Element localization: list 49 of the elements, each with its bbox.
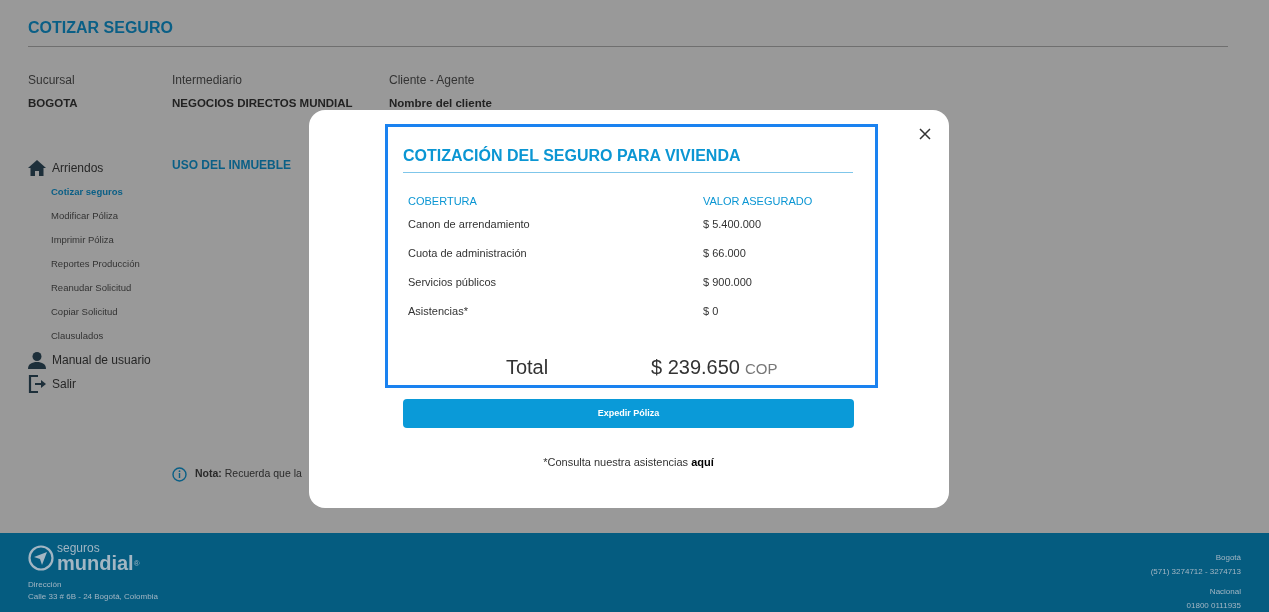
issue-policy-button[interactable]: Expedir Póliza xyxy=(403,399,854,428)
submenu-item[interactable]: Modificar Póliza xyxy=(51,204,172,229)
info-icon xyxy=(172,466,187,482)
assistance-link[interactable]: aquí xyxy=(691,456,714,468)
total-amount: $ 239.650 xyxy=(651,355,740,378)
coverage-cell-text: Servicios públicos xyxy=(408,274,498,290)
user-icon xyxy=(28,351,46,369)
coverage-cell-text: Canon de arrendamiento xyxy=(408,216,531,232)
field-label: Sucursal xyxy=(28,72,76,89)
logo-text: seguros xyxy=(57,542,100,554)
field-label: Cliente - Agente xyxy=(389,72,476,89)
value-cell-text: $ 0 xyxy=(703,303,719,319)
value-cell-text: $ 5.400.000 xyxy=(703,216,762,232)
coverage-cell-text: Cuota de administración xyxy=(408,245,528,261)
value-cell-text: $ 900.000 xyxy=(703,274,752,290)
field-label: Intermediario xyxy=(172,72,244,89)
logo-icon xyxy=(28,545,54,571)
footnote-text: *Consulta nuestra asistencias xyxy=(543,456,689,468)
submenu-item[interactable]: Reportes Producción xyxy=(51,252,172,277)
total-label: Total xyxy=(504,354,550,380)
sidebar-item[interactable]: Salir xyxy=(52,375,76,394)
quote-title: COTIZACIÓN DEL SEGURO PARA VIVIENDA xyxy=(403,144,853,173)
field-value: BOGOTA xyxy=(28,96,79,111)
contact-label: Bogotá xyxy=(1214,552,1241,564)
sidebar-item[interactable]: Manual de usuario xyxy=(52,351,151,370)
currency-label: COP xyxy=(745,359,778,377)
contact-phone: 01800 0111935 xyxy=(1185,600,1241,612)
registered-mark: ® xyxy=(133,559,140,568)
address-text: Calle 33 # 6B - 24 Bogotá, Colombia xyxy=(28,590,158,603)
coverage-cell-text: Asistencias* xyxy=(408,303,469,319)
section-title: USO DEL INMUEBLE xyxy=(172,157,293,175)
submenu-item[interactable]: Copiar Solicitud xyxy=(51,300,172,325)
contact-label: Nacional xyxy=(1208,586,1241,598)
column-header: VALOR ASEGURADO xyxy=(703,194,813,209)
value-cell-text: $ 66.000 xyxy=(703,245,746,261)
submenu-item[interactable]: Cotizar seguros xyxy=(51,180,172,205)
contact-phone: (571) 3274712 - 3274713 xyxy=(1150,566,1241,578)
submenu-item[interactable]: Imprimir Póliza xyxy=(51,228,172,253)
submenu-item[interactable]: Reanudar Solicitud xyxy=(51,276,172,301)
submenu-item[interactable]: Clausulados xyxy=(51,324,172,349)
sidebar-item[interactable]: Arriendos xyxy=(52,159,104,178)
field-value: NEGOCIOS DIRECTOS MUNDIAL xyxy=(172,96,354,111)
address-label: Dirección xyxy=(28,579,63,591)
logout-icon xyxy=(28,375,46,394)
page-title: COTIZAR SEGURO xyxy=(28,16,1228,47)
home-icon xyxy=(28,160,46,177)
note-text: Nota: Recuerda que la xyxy=(195,466,302,482)
column-header: COBERTURA xyxy=(408,194,478,209)
field-value: Nombre del cliente xyxy=(389,96,493,111)
